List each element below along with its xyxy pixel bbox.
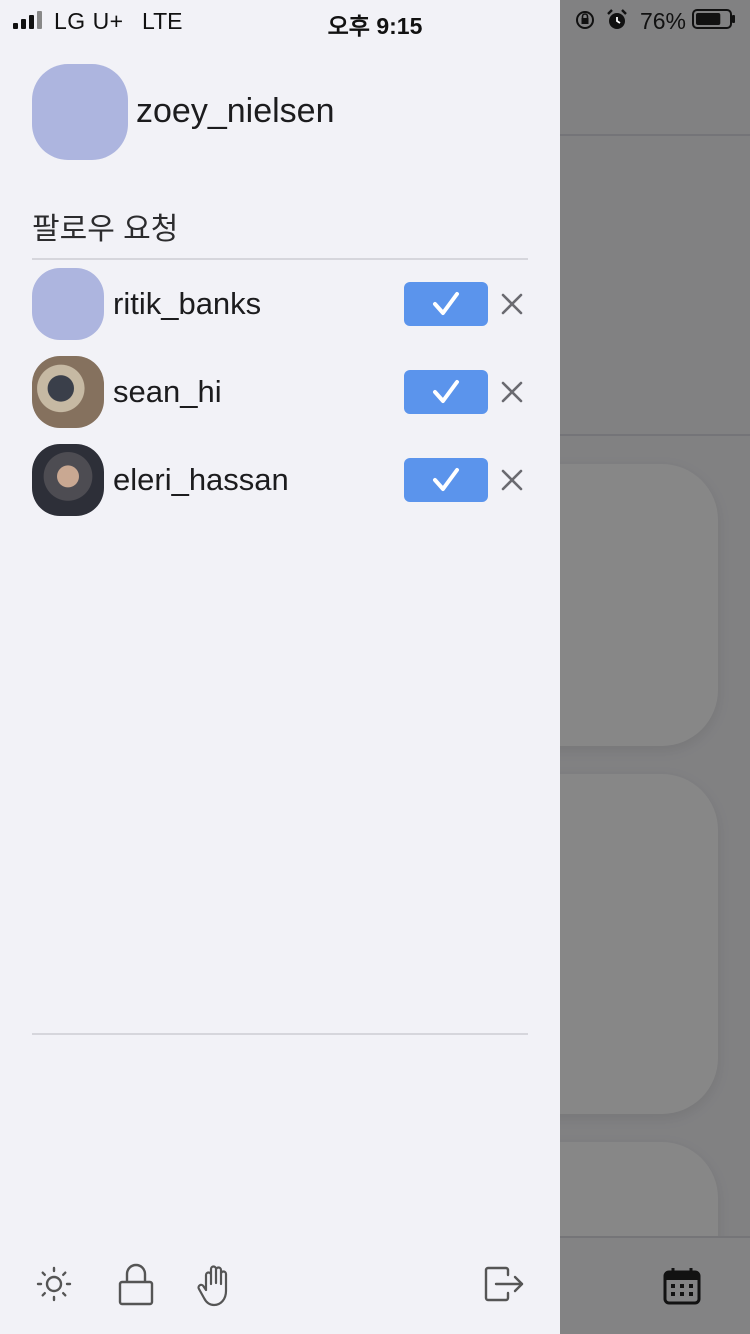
check-icon [433,380,459,403]
reject-button[interactable] [496,464,528,496]
profile-username[interactable]: zoey_nielsen [136,92,334,131]
accept-button[interactable] [404,370,488,414]
drawer-toolbar [0,1250,560,1322]
section-divider [32,258,528,260]
hand-icon[interactable] [192,1260,240,1308]
accept-button[interactable] [404,282,488,326]
screen: LG U+ LTE 오후 9:15 76% zoey_nielsen 팔로우 요… [0,0,750,1334]
avatar[interactable] [32,356,104,428]
reject-button[interactable] [496,376,528,408]
request-username[interactable]: ritik_banks [113,286,261,322]
avatar[interactable] [32,444,104,516]
battery-icon [692,9,735,29]
battery-percent: 76% [639,8,686,34]
follow-request-row: ritik_banks [0,268,560,340]
status-bar: LG U+ LTE 오후 9:15 76% [0,0,750,40]
side-drawer: zoey_nielsen 팔로우 요청 ritik_banks sean_hi [0,0,560,1334]
follow-request-row: sean_hi [0,356,560,428]
accept-button[interactable] [404,458,488,502]
follow-requests-title: 팔로우 요청 [32,213,179,246]
rotation-lock-icon [576,11,594,29]
bottom-divider [32,1033,528,1035]
alarm-icon [607,9,627,29]
logout-icon[interactable] [480,1260,528,1308]
request-username[interactable]: sean_hi [113,374,222,410]
brightness-icon[interactable] [30,1260,78,1308]
avatar[interactable] [32,268,104,340]
lock-icon[interactable] [112,1260,160,1308]
profile-avatar[interactable] [32,64,128,160]
follow-request-row: eleri_hassan [0,444,560,516]
check-icon [433,468,459,491]
check-icon [433,292,459,315]
request-username[interactable]: eleri_hassan [113,462,289,498]
clock: 오후 9:15 [327,13,423,39]
reject-button[interactable] [496,288,528,320]
